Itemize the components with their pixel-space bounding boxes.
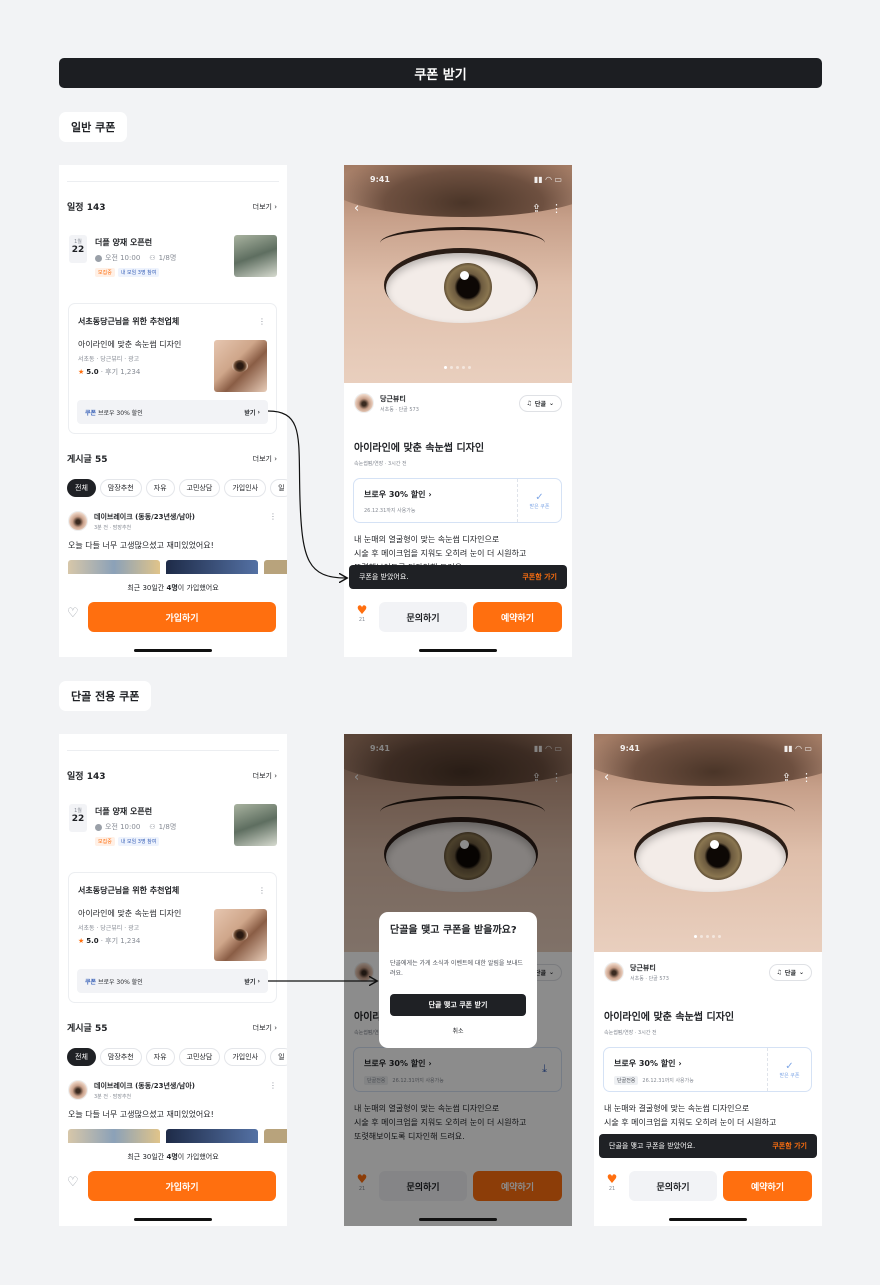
arrow-to-toast <box>267 410 346 578</box>
flow-arrows <box>267 410 880 1285</box>
